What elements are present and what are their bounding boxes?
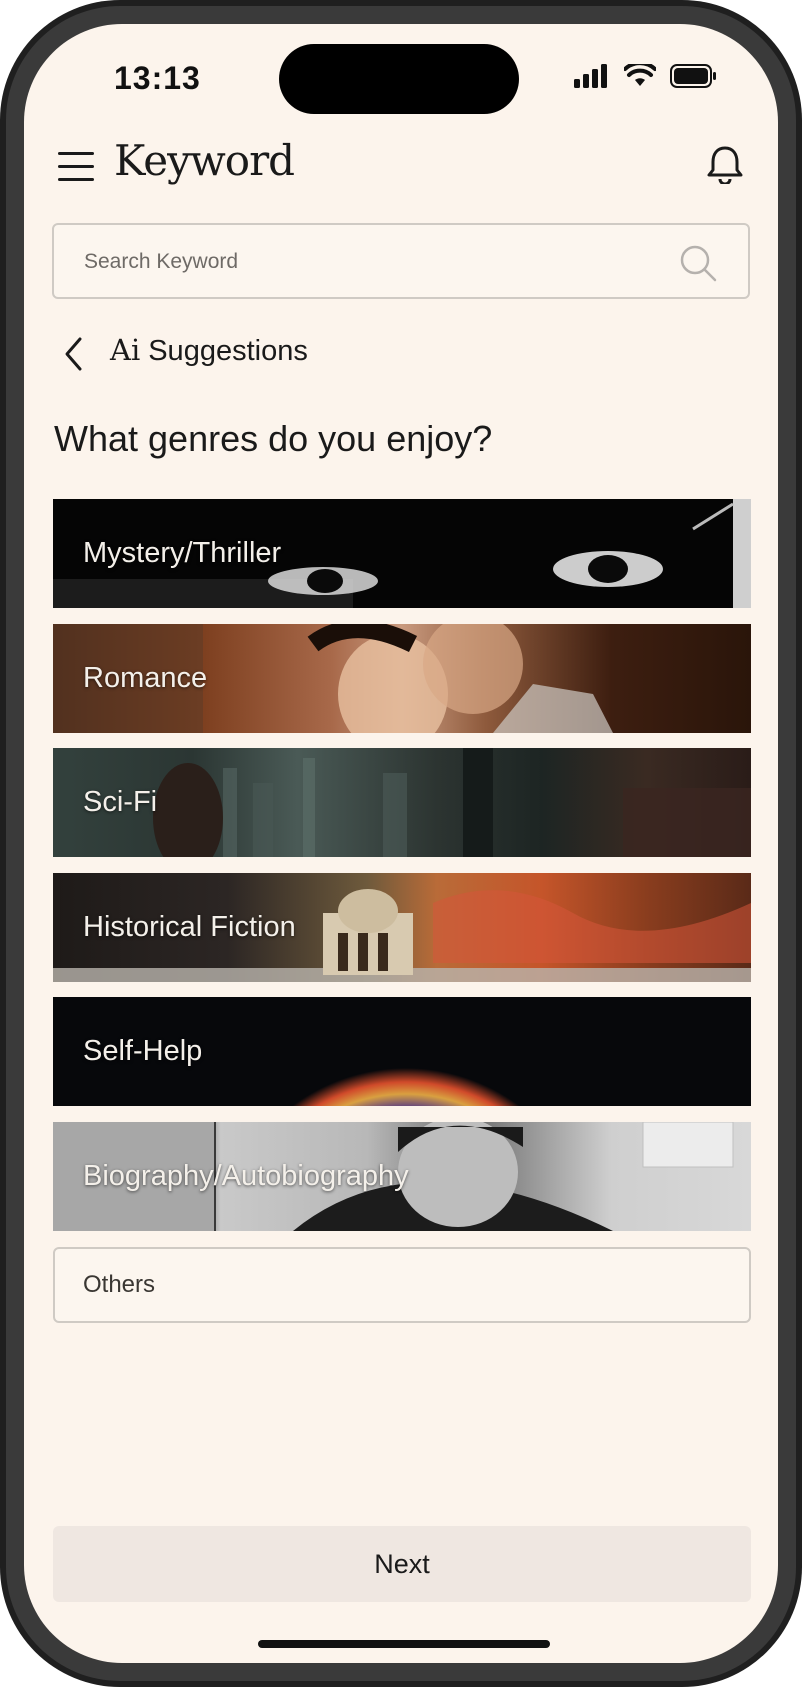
- others-option[interactable]: Others: [53, 1247, 751, 1323]
- section-title-text: Suggestions: [148, 335, 308, 367]
- dynamic-island: [279, 44, 519, 114]
- genre-label: Self-Help: [83, 1035, 203, 1067]
- search-bar[interactable]: Search Keyword: [52, 223, 750, 299]
- menu-icon[interactable]: [58, 152, 94, 182]
- section-title: Ai Suggestions: [110, 333, 308, 368]
- search-input[interactable]: Search Keyword: [84, 250, 238, 274]
- genre-card-biography-autobiography[interactable]: Biography/Autobiography: [53, 1122, 751, 1231]
- app-logo: Keyword: [114, 136, 295, 185]
- genre-label: Sci-Fi: [83, 786, 158, 818]
- status-icons: [574, 64, 718, 88]
- genre-card-sci-fi[interactable]: Sci-Fi: [53, 748, 751, 857]
- bell-icon[interactable]: [706, 144, 744, 184]
- genre-label: Historical Fiction: [83, 911, 296, 943]
- phone-frame: 13:13 Keyword Search Keyword Ai Suggesti…: [0, 0, 802, 1687]
- genre-card-romance[interactable]: Romance: [53, 624, 751, 733]
- genre-card-historical-fiction[interactable]: Historical Fiction: [53, 873, 751, 982]
- next-button[interactable]: Next: [53, 1526, 751, 1602]
- question-heading: What genres do you enjoy?: [54, 418, 493, 459]
- others-label: Others: [83, 1271, 156, 1298]
- back-chevron-icon[interactable]: [62, 336, 86, 372]
- genre-label: Mystery/Thriller: [83, 537, 282, 569]
- genre-image-scifi: [153, 748, 751, 857]
- battery-icon: [670, 64, 716, 88]
- wifi-icon: [624, 64, 656, 86]
- signal-icon: [574, 64, 607, 88]
- genre-label: Romance: [83, 662, 208, 694]
- genre-label: Biography/Autobiography: [83, 1160, 409, 1192]
- app-screen: 13:13 Keyword Search Keyword Ai Suggesti…: [24, 24, 778, 1663]
- ai-mark: Ai: [110, 333, 141, 367]
- genre-card-self-help[interactable]: Self-Help: [53, 997, 751, 1106]
- search-icon[interactable]: [678, 243, 718, 283]
- home-indicator[interactable]: [258, 1640, 550, 1648]
- status-time: 13:13: [114, 60, 201, 96]
- genre-card-mystery-thriller[interactable]: Mystery/Thriller: [53, 499, 751, 608]
